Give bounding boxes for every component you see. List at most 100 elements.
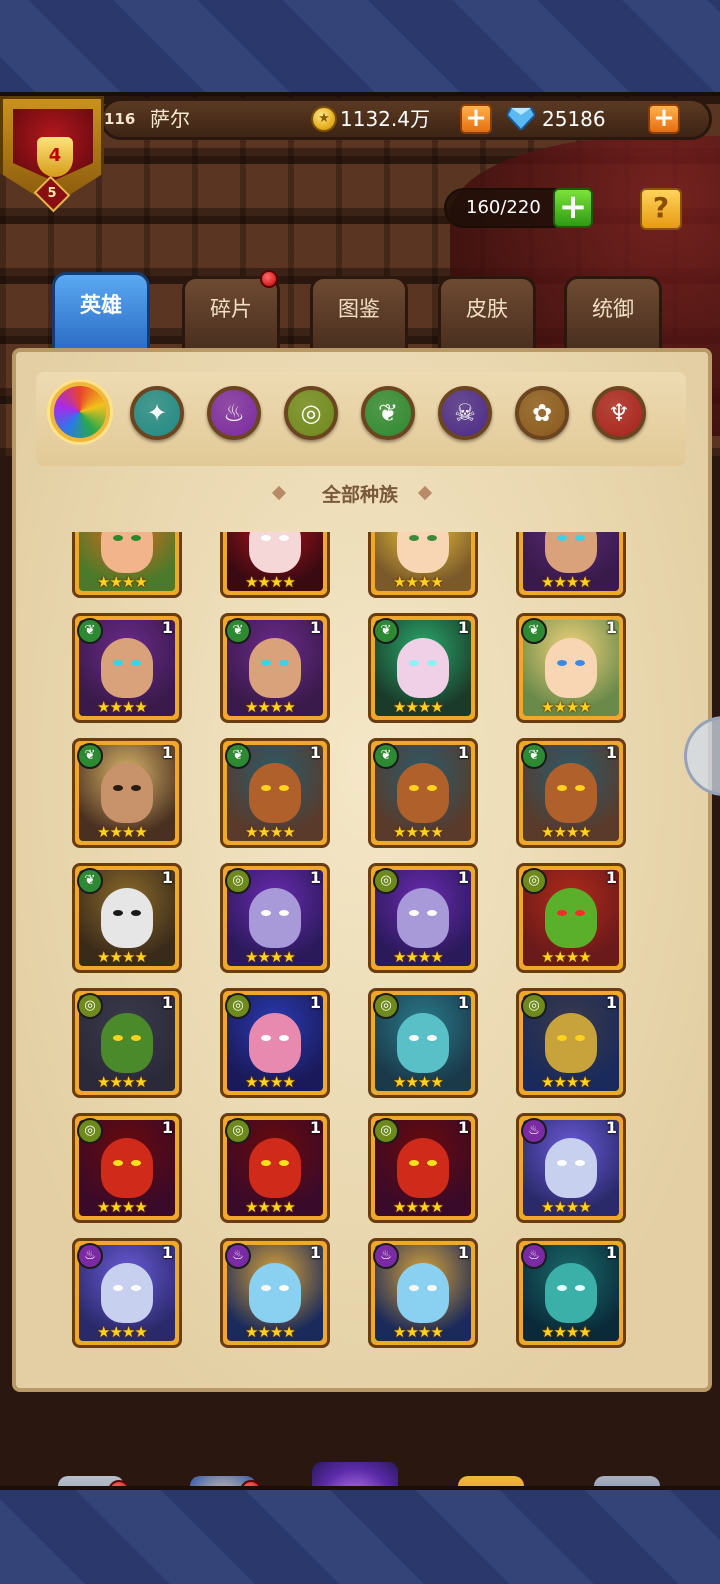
hero-eye: [427, 910, 437, 916]
hero-face: [249, 532, 301, 573]
nav-portal[interactable]: 探险: [300, 1462, 410, 1486]
hero-count: 1: [309, 743, 321, 762]
filter-purple-skull-icon[interactable]: ☠: [438, 386, 492, 440]
filter-gold-flower-icon[interactable]: ✿: [515, 386, 569, 440]
hero-face: [397, 638, 449, 698]
hero-eye: [557, 785, 567, 791]
hero-card[interactable]: ♨ 1 ★★★★: [72, 1238, 182, 1348]
gold-coin-icon: ★: [311, 106, 337, 132]
tab-codex[interactable]: 图鉴: [310, 276, 408, 352]
race-eye-icon: ◎: [373, 868, 399, 894]
tab-skins[interactable]: 皮肤: [438, 276, 536, 352]
hero-stars: ★★★★: [541, 573, 592, 591]
hero-eye: [557, 1035, 567, 1041]
hero-card[interactable]: ❦1★★★★: [368, 613, 478, 723]
hero-count: 1: [161, 618, 173, 637]
hero-face: [545, 763, 597, 823]
tab-heroes[interactable]: 英雄: [52, 272, 150, 354]
guild-tower-icon: [594, 1476, 660, 1486]
hero-card[interactable]: ❦1★★★★: [368, 532, 478, 598]
hero-count: 1: [161, 743, 173, 762]
hero-card[interactable]: ◎ 1 ★★★★: [72, 1113, 182, 1223]
hero-card[interactable]: ❦1★★★★: [516, 613, 626, 723]
hero-eye: [409, 785, 419, 791]
hero-card[interactable]: ♨ 1 ★★★★: [220, 1238, 330, 1348]
hero-card[interactable]: ❦ 1 ★★★★: [220, 738, 330, 848]
filter-green-eye-icon[interactable]: ◎: [284, 386, 338, 440]
hero-eye: [131, 1160, 141, 1166]
hero-face: [101, 532, 153, 573]
race-leaf-icon: ❦: [225, 743, 251, 769]
hero-card[interactable]: ❦1★★★★: [516, 738, 626, 848]
hero-stars: ★★★★: [97, 573, 148, 591]
hero-card[interactable]: ❦1★★★★: [72, 863, 182, 973]
expand-capacity-button[interactable]: +: [553, 188, 593, 228]
filter-green-leaf-icon[interactable]: ❦: [361, 386, 415, 440]
help-button[interactable]: ?: [640, 188, 682, 230]
hero-eye: [427, 1035, 437, 1041]
filter-rainbow-pinwheel-icon[interactable]: [50, 382, 110, 442]
hero-eye: [427, 660, 437, 666]
race-eye-icon: ◎: [225, 1118, 251, 1144]
hero-card[interactable]: ♨ 1 ★★★★: [516, 1113, 626, 1223]
hero-eye: [279, 1035, 289, 1041]
hero-face: [249, 1138, 301, 1198]
player-name[interactable]: 萨尔: [150, 106, 190, 132]
hero-card[interactable]: ◎ 1 ★★★★: [220, 988, 330, 1098]
hero-face: [101, 1013, 153, 1073]
hero-eye: [575, 785, 585, 791]
hero-card[interactable]: ❦1★★★★: [220, 613, 330, 723]
hero-stars: ★★★★: [245, 823, 296, 841]
rank-shield-icon: 4: [37, 137, 73, 177]
hero-grid[interactable]: ❦ 1 ★★★★ ❦ 1 ★★★★ ❦ 1 ★★★★ ❦ 1 ★★★★ ❦ 1 ★★★★ ❦ 1 ★★★★ ❦ 1 ★★…: [30, 532, 690, 1360]
hero-card[interactable]: ◎ 1 ★★★★: [368, 988, 478, 1098]
tab-command[interactable]: 统御: [564, 276, 662, 352]
hero-card[interactable]: ◎ 1 ★★★★: [368, 863, 478, 973]
hero-stars: ★★★★: [541, 1323, 592, 1341]
hero-card[interactable]: ◎ 1 ★★★★: [72, 988, 182, 1098]
hero-card[interactable]: ♨ 1 ★★★★: [368, 1238, 478, 1348]
hero-eye: [575, 1035, 585, 1041]
filter-purple-flame-icon[interactable]: ♨: [207, 386, 261, 440]
hero-card[interactable]: ◎ 1 ★★★★: [368, 1113, 478, 1223]
hero-face: [249, 638, 301, 698]
hero-card[interactable]: ❦1★★★★: [72, 532, 182, 598]
filter-red-demon-icon[interactable]: ♆: [592, 386, 646, 440]
filter-teal-crest-icon[interactable]: ✦: [130, 386, 184, 440]
hero-count: 1: [457, 993, 469, 1012]
race-eye-icon: ◎: [373, 993, 399, 1019]
hero-eye: [279, 1160, 289, 1166]
hero-stars: ★★★★: [393, 1198, 444, 1216]
hero-card[interactable]: ◎ 1 ★★★★: [220, 863, 330, 973]
hero-card[interactable]: ◎ 1 ★★★★: [516, 988, 626, 1098]
hero-eye: [427, 535, 437, 541]
hero-card[interactable]: ❦1★★★★: [220, 532, 330, 598]
hero-face: [397, 1013, 449, 1073]
hero-count: 1: [605, 618, 617, 637]
hero-face: [545, 532, 597, 573]
hero-eye: [261, 660, 271, 666]
race-eye-icon: ◎: [373, 1118, 399, 1144]
hero-count: 1: [309, 993, 321, 1012]
hero-card[interactable]: ❦1★★★★: [516, 532, 626, 598]
hero-count: 1: [161, 868, 173, 887]
nav-castle[interactable]: 主城: [36, 1476, 146, 1486]
hero-card[interactable]: ❦1★★★★: [368, 738, 478, 848]
hero-face: [545, 1263, 597, 1323]
hero-eye: [279, 660, 289, 666]
hero-card[interactable]: ♨ 1 ★★★★: [516, 1238, 626, 1348]
hero-card[interactable]: ◎ 1 ★★★★: [220, 1113, 330, 1223]
hero-stars: ★★★★: [245, 1323, 296, 1341]
hero-eye: [113, 1285, 123, 1291]
nav-backpack[interactable]: 背包: [436, 1476, 546, 1486]
portal-icon: [312, 1462, 398, 1486]
nav-guild-tower[interactable]: 公会: [572, 1476, 682, 1486]
hero-card[interactable]: ❦1★★★★: [72, 613, 182, 723]
nav-hero-portrait[interactable]: 英雄: [168, 1476, 278, 1486]
hero-count: 1: [161, 993, 173, 1012]
hero-eye: [131, 660, 141, 666]
add-gold-button[interactable]: +: [460, 104, 492, 134]
add-diamonds-button[interactable]: +: [648, 104, 680, 134]
hero-card[interactable]: ◎ 1 ★★★★: [516, 863, 626, 973]
hero-card[interactable]: ❦1★★★★: [72, 738, 182, 848]
